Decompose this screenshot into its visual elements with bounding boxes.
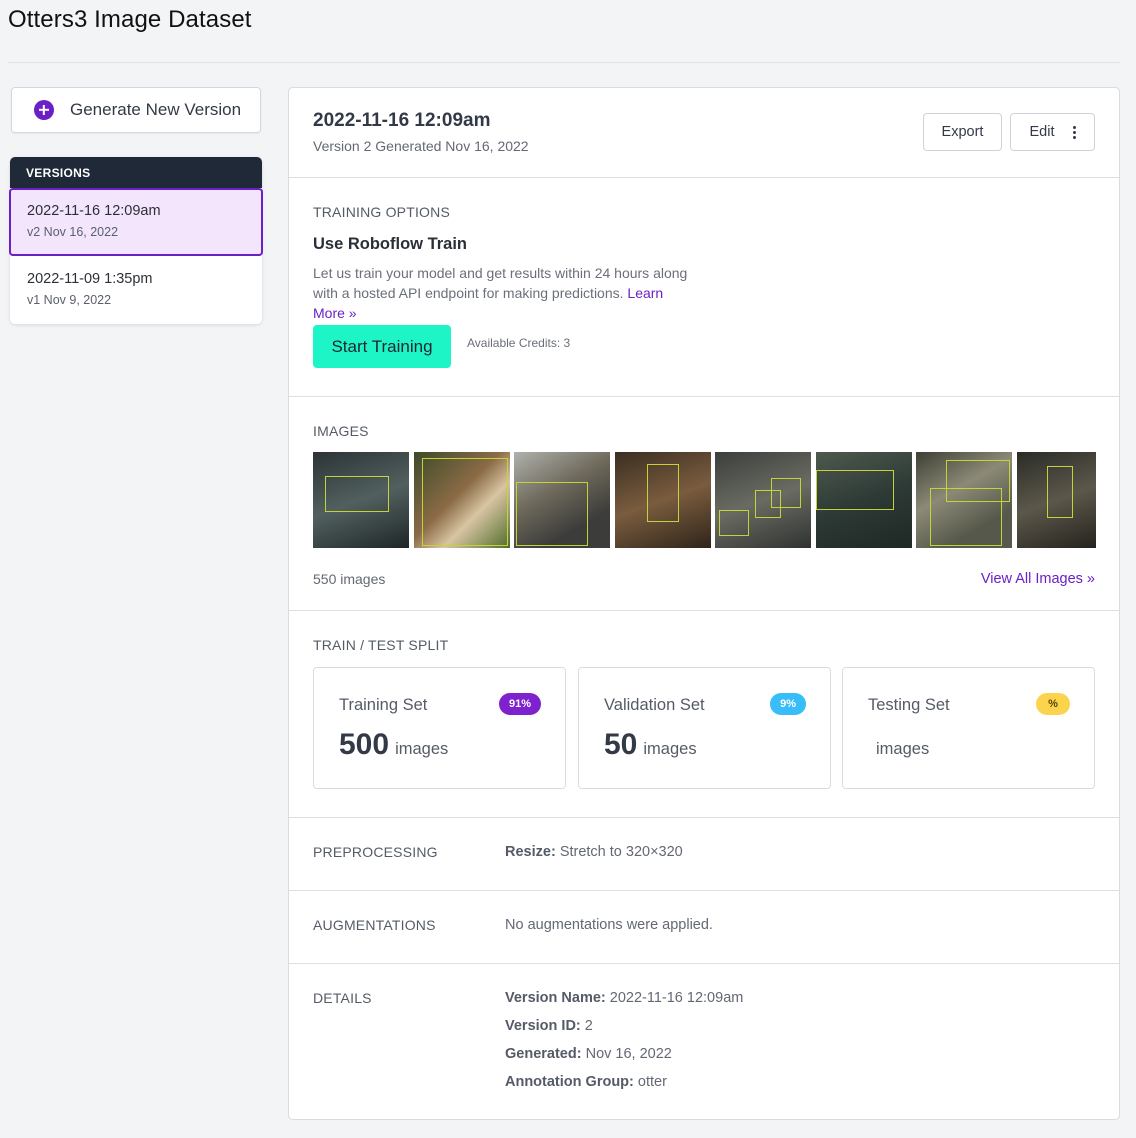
versions-header: VERSIONS [10, 157, 262, 188]
preprocessing-value: Resize: Stretch to 320×320 [505, 844, 683, 860]
start-training-button[interactable]: Start Training [313, 325, 451, 368]
split-name: Testing Set [868, 696, 950, 714]
edit-button[interactable]: Edit [1010, 113, 1095, 151]
otter-thumbnail[interactable] [313, 452, 409, 548]
detail-row: Generated: Nov 16, 2022 [505, 1046, 672, 1062]
train-test-split-label: TRAIN / TEST SPLIT [313, 637, 449, 653]
detail-value: otter [637, 1074, 667, 1090]
training-options-section: TRAINING OPTIONS Use Roboflow Train Let … [289, 178, 1119, 397]
export-button[interactable]: Export [923, 113, 1002, 151]
detail-key: Version Name: [505, 990, 606, 1006]
training-options-label: TRAINING OPTIONS [313, 204, 450, 220]
generate-new-version-button[interactable]: Generate New Version [11, 87, 261, 133]
version-subtitle: Version 2 Generated Nov 16, 2022 [313, 138, 529, 154]
preprocessing-section: PREPROCESSING Resize: Stretch to 320×320 [289, 818, 1119, 891]
otter-thumbnail[interactable] [1017, 452, 1096, 548]
page-title: Otters3 Image Dataset [8, 6, 252, 33]
preprocessing-setting: Stretch to 320×320 [559, 844, 683, 860]
kebab-menu-icon [1072, 125, 1076, 139]
version-name: 2022-11-09 1:35pm [27, 271, 153, 287]
split-count-unit: images [876, 740, 930, 758]
otter-thumbnail[interactable] [816, 452, 912, 548]
otter-thumbnail[interactable] [414, 452, 510, 548]
augmentations-section: AUGMENTATIONS No augmentations were appl… [289, 891, 1119, 964]
edit-label: Edit [1029, 124, 1055, 140]
split-count: 500 images [339, 728, 448, 762]
roboflow-train-title: Use Roboflow Train [313, 235, 468, 253]
details-label: DETAILS [313, 990, 372, 1006]
split-percent-badge: 91% [498, 693, 541, 715]
detail-row: Annotation Group: otter [505, 1074, 667, 1090]
split-count-value: 50 [604, 728, 638, 761]
detail-row: Version Name: 2022-11-16 12:09am [505, 990, 743, 1006]
otter-thumbnail[interactable] [615, 452, 711, 548]
split-count-value: 500 [339, 728, 390, 761]
detail-key: Generated: [505, 1046, 582, 1062]
version-subtitle: v2 Nov 16, 2022 [27, 225, 119, 239]
train-test-split-section: TRAIN / TEST SPLIT Training Set 91% 500 i… [289, 611, 1119, 818]
plus-circle-icon [34, 100, 54, 120]
version-title: 2022-11-16 12:09am [313, 110, 491, 131]
images-section: IMAGES 550 images View All Images » [289, 397, 1119, 611]
augmentations-value: No augmentations were applied. [505, 917, 713, 933]
detail-key: Annotation Group: [505, 1074, 634, 1090]
detail-row: Version ID: 2 [505, 1018, 593, 1034]
otter-thumbnail[interactable] [514, 452, 610, 548]
version-header: 2022-11-16 12:09am Version 2 Generated N… [289, 88, 1119, 178]
split-percent-badge: % [1036, 693, 1070, 715]
split-name: Training Set [339, 696, 428, 714]
detail-value: Nov 16, 2022 [585, 1046, 672, 1062]
images-label: IMAGES [313, 423, 369, 439]
export-label: Export [941, 124, 984, 140]
details-section: DETAILS Version Name: 2022-11-16 12:09am… [289, 964, 1119, 1119]
image-thumbnails [313, 452, 1096, 548]
versions-panel: VERSIONS 2022-11-16 12:09am v2 Nov 16, 2… [9, 157, 263, 324]
title-divider [8, 62, 1120, 63]
split-name: Validation Set [604, 696, 705, 714]
detail-value: 2 [584, 1018, 593, 1034]
otter-thumbnail[interactable] [715, 452, 811, 548]
preprocessing-key: Resize: [505, 844, 556, 860]
split-count: 50 images [604, 728, 697, 762]
view-all-images-link[interactable]: View All Images » [981, 571, 1095, 587]
split-count: images [868, 728, 929, 762]
training-set-card: Training Set 91% 500 images [313, 667, 566, 789]
image-count: 550 images [313, 571, 386, 587]
generate-new-version-label: Generate New Version [70, 100, 242, 119]
split-count-unit: images [643, 740, 697, 758]
version-item-v1[interactable]: 2022-11-09 1:35pm v1 Nov 9, 2022 [10, 256, 262, 324]
split-percent-badge: 9% [770, 693, 806, 715]
detail-value: 2022-11-16 12:09am [609, 990, 744, 1006]
preprocessing-label: PREPROCESSING [313, 844, 438, 860]
version-name: 2022-11-16 12:09am [27, 203, 161, 219]
detail-key: Version ID: [505, 1018, 581, 1034]
validation-set-card: Validation Set 9% 50 images [578, 667, 831, 789]
version-subtitle: v1 Nov 9, 2022 [27, 293, 112, 307]
version-item-v2[interactable]: 2022-11-16 12:09am v2 Nov 16, 2022 [9, 188, 263, 256]
training-description: Let us train your model and get results … [313, 263, 693, 323]
available-credits: Available Credits: 3 [467, 336, 571, 350]
otter-thumbnail[interactable] [916, 452, 1012, 548]
augmentations-label: AUGMENTATIONS [313, 917, 436, 933]
split-count-unit: images [395, 740, 449, 758]
version-detail-card: 2022-11-16 12:09am Version 2 Generated N… [288, 87, 1120, 1120]
testing-set-card: Testing Set % images [842, 667, 1095, 789]
